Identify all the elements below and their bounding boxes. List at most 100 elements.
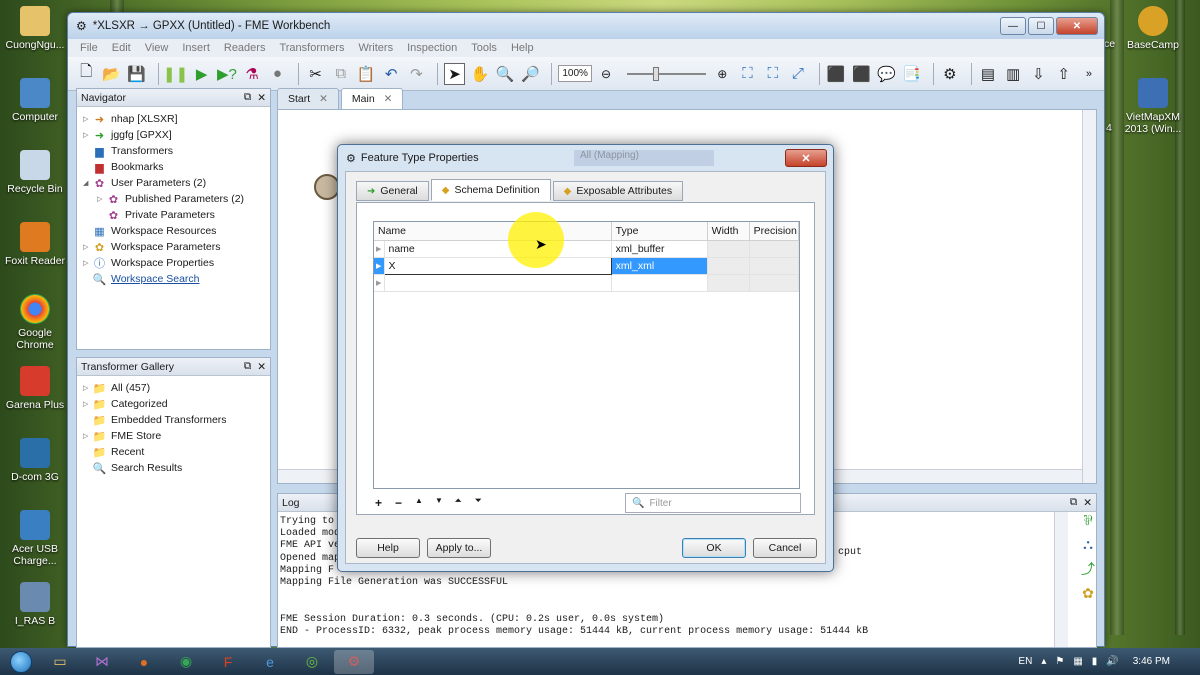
desktop-icon-dcom[interactable]: D-com 3G [0,438,70,483]
ok-button[interactable]: OK [682,538,746,558]
desktop-icon-chrome[interactable]: Google Chrome [0,294,70,351]
nav-item-transformers[interactable]: ▆ Transformers [83,143,270,159]
gallery-item-all[interactable]: ▷ 📁 All (457) [83,380,270,396]
taskbar-app-icon[interactable]: ◎ [292,650,332,674]
log-vertical-scrollbar[interactable] [1054,512,1068,647]
cell-name-empty[interactable] [384,274,612,292]
nav-item-workspace-properties[interactable]: ▷ ⓘ Workspace Properties [83,255,270,271]
tray-expand-icon[interactable]: ▴ [1041,656,1046,667]
nav-item-bookmarks[interactable]: ▆ Bookmarks [83,159,270,175]
table-row-selected[interactable]: ▶ X xml_xml [374,256,800,275]
fit-window-icon[interactable]: ⤢ [788,63,808,85]
minimize-button[interactable]: — [1000,17,1026,35]
network-icon[interactable]: ▮ [1092,656,1098,667]
volume-icon[interactable]: 🔊 [1106,656,1118,667]
move-top-icon[interactable]: ⏶ [455,496,475,510]
cut-icon[interactable]: ✂ [305,63,325,85]
menu-inspection[interactable]: Inspection [407,42,457,54]
menu-edit[interactable]: Edit [112,42,131,54]
col-name-header[interactable]: Name [374,222,612,241]
desktop-icon-recycle[interactable]: Recycle Bin [0,150,70,195]
panel-close-icon[interactable]: ✕ [257,92,266,104]
menu-view[interactable]: View [145,42,169,54]
zoom-in-icon[interactable]: 🔍 [495,63,515,85]
import-icon[interactable]: ⇩ [1028,63,1048,85]
desktop-icon-user[interactable]: CuongNgu... [0,6,70,51]
table-row-empty[interactable]: ▶ [374,274,800,292]
filter-input[interactable]: 🔍 Filter [625,493,801,513]
taskbar-media-icon[interactable]: ⋈ [82,650,122,674]
log-wrap-icon[interactable]: ⤴ [1081,559,1095,579]
gallery-item-recent[interactable]: 📁 Recent [83,444,270,460]
nav-item-workspace-parameters[interactable]: ▷ ✿ Workspace Parameters [83,239,270,255]
connect-icon[interactable]: ⚙ [940,63,960,85]
zoom-out-icon[interactable]: 🔎 [520,63,540,85]
undo-icon[interactable]: ↶ [381,63,401,85]
menu-writers[interactable]: Writers [358,42,393,54]
cell-type-empty[interactable] [611,274,708,292]
fit-selection-icon[interactable]: ⛶ [763,63,783,85]
new-file-icon[interactable]: 🗋 [76,63,96,85]
bookmark-tool-icon[interactable]: 📑 [902,63,922,85]
taskbar-chrome-icon[interactable]: ◉ [166,650,206,674]
gallery-item-search-results[interactable]: 🔍 Search Results [83,460,270,476]
desktop-icon-computer[interactable]: Computer [0,78,70,123]
cell-type[interactable]: xml_xml [611,257,708,275]
table-row[interactable]: ▶ name xml_buffer [374,240,800,258]
zoom-minus-icon[interactable]: ⊖ [596,63,616,85]
col-width-header[interactable]: Width [707,222,750,241]
panel-close-icon[interactable]: ✕ [1083,497,1092,509]
desktop-icon-iras[interactable]: I_RAS B [0,582,70,627]
desktop-icon-garena[interactable]: Garena Plus [0,366,70,411]
zoom-plus-icon[interactable]: ⊕ [712,63,732,85]
canvas-vertical-scrollbar[interactable] [1082,110,1096,483]
dialog-close-button[interactable]: ✕ [785,149,827,167]
taskbar-ie-icon[interactable]: e [250,650,290,674]
align-icon[interactable]: ▤ [978,63,998,85]
taskbar-foxit-icon[interactable]: F [208,650,248,674]
run-icon[interactable]: ▶ [192,63,212,85]
gallery-item-categorized[interactable]: ▷ 📁 Categorized [83,396,270,412]
zoom-slider[interactable] [627,66,707,81]
log-settings-icon[interactable]: ✿ [1082,585,1094,602]
desktop-icon-vietmap[interactable]: VietMapXM 2013 (Win... [1118,78,1188,135]
tab-close-icon[interactable]: ✕ [319,93,328,105]
float-icon[interactable]: ⧉ [244,360,252,373]
binoculars-icon[interactable]: ⛬ [1083,536,1093,553]
save-icon[interactable]: 💾 [126,63,146,85]
menu-readers[interactable]: Readers [224,42,266,54]
toolbar-overflow-icon[interactable]: » [1079,63,1099,85]
tab-general[interactable]: ➜ General [356,181,429,201]
inspect-icon[interactable]: ⚗ [242,63,262,85]
add-row-icon[interactable]: + [375,496,395,510]
panel-close-icon[interactable]: ✕ [257,361,266,373]
cell-name[interactable]: name [384,240,612,258]
redo-icon[interactable]: ↷ [406,63,426,85]
move-down-icon[interactable]: ▼ [435,496,455,510]
log-filter-icon[interactable]: ⅌ [1083,511,1092,530]
nav-item-workspace-resources[interactable]: ▦ Workspace Resources [83,223,270,239]
zoom-level[interactable]: 100% [558,65,592,82]
export-icon[interactable]: ⇧ [1054,63,1074,85]
start-button[interactable] [4,649,38,675]
taskbar-explorer-icon[interactable]: ▭ [40,650,80,674]
pan-hand-icon[interactable]: ✋ [470,63,490,85]
nav-item-writer[interactable]: ▷ ➜ jggfg [GPXX] [83,127,270,143]
menu-file[interactable]: File [80,42,98,54]
pause-icon[interactable]: ❚❚ [163,63,188,85]
select-arrow-icon[interactable]: ➤ [444,62,465,85]
desktop-icon-foxit[interactable]: Foxit Reader [0,222,70,267]
nav-item-user-parameters[interactable]: ◢ ✿ User Parameters (2) [83,175,270,191]
add-reader-icon[interactable]: ⬛ [826,63,846,85]
copy-icon[interactable]: ⧉ [331,63,351,85]
nav-item-published-parameters[interactable]: ▷ ✿ Published Parameters (2) [83,191,270,207]
col-precision-header[interactable]: Precision [749,222,800,241]
float-icon[interactable]: ⧉ [244,91,252,104]
open-folder-icon[interactable]: 📂 [101,63,121,85]
help-button[interactable]: Help [356,538,420,558]
tab-close-icon[interactable]: ✕ [384,93,393,105]
float-icon[interactable]: ⧉ [1070,496,1078,509]
apply-to-button[interactable]: Apply to... [427,538,491,558]
language-indicator[interactable]: EN [1018,656,1032,667]
clock[interactable]: 3:46 PM [1133,656,1170,667]
